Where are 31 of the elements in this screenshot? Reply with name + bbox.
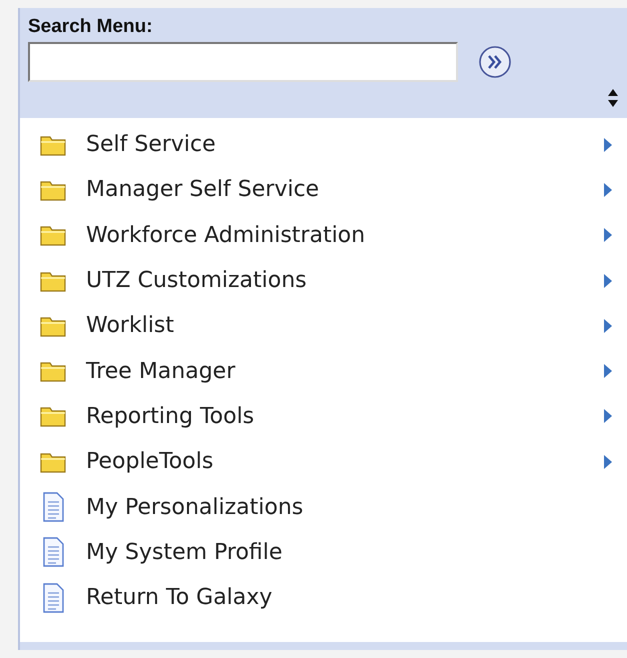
submenu-arrow-icon xyxy=(604,318,612,333)
folder-icon xyxy=(40,224,66,246)
folder-icon xyxy=(40,450,66,473)
folder-icon xyxy=(40,134,66,156)
menu-item[interactable]: Manager Self Service xyxy=(20,167,627,213)
submenu-arrow-icon xyxy=(604,274,612,288)
menu-item[interactable]: Return To Galaxy xyxy=(20,574,627,620)
submenu-arrow-icon xyxy=(604,364,612,378)
sort-icon[interactable] xyxy=(607,88,619,108)
folder-icon xyxy=(40,360,66,382)
submenu-arrow-icon xyxy=(604,454,612,469)
menu-item[interactable]: Worklist xyxy=(20,303,627,348)
folder-icon xyxy=(40,314,66,337)
search-field[interactable] xyxy=(28,42,458,82)
submenu-arrow-icon xyxy=(604,228,612,242)
menu-item[interactable]: PeopleTools xyxy=(20,439,627,484)
menu-item[interactable]: My Personalizations xyxy=(20,484,627,530)
menu-item[interactable]: Reporting Tools xyxy=(20,394,627,440)
submenu-arrow-icon xyxy=(604,409,612,424)
submenu-arrow-icon xyxy=(604,138,612,152)
menu-item[interactable]: Workforce Administration xyxy=(20,212,627,258)
menu-item[interactable]: Self Service xyxy=(20,122,627,168)
menu-item[interactable]: Tree Manager xyxy=(20,348,627,394)
folder-icon xyxy=(40,270,66,292)
search-label: Search Menu: xyxy=(28,16,154,38)
folder-icon xyxy=(40,178,66,201)
menu-item[interactable]: UTZ Customizations xyxy=(20,258,627,304)
go-button[interactable] xyxy=(478,45,512,79)
menu-item[interactable]: My System Profile xyxy=(20,530,627,575)
folder-icon xyxy=(40,405,66,428)
submenu-arrow-icon xyxy=(604,182,612,197)
